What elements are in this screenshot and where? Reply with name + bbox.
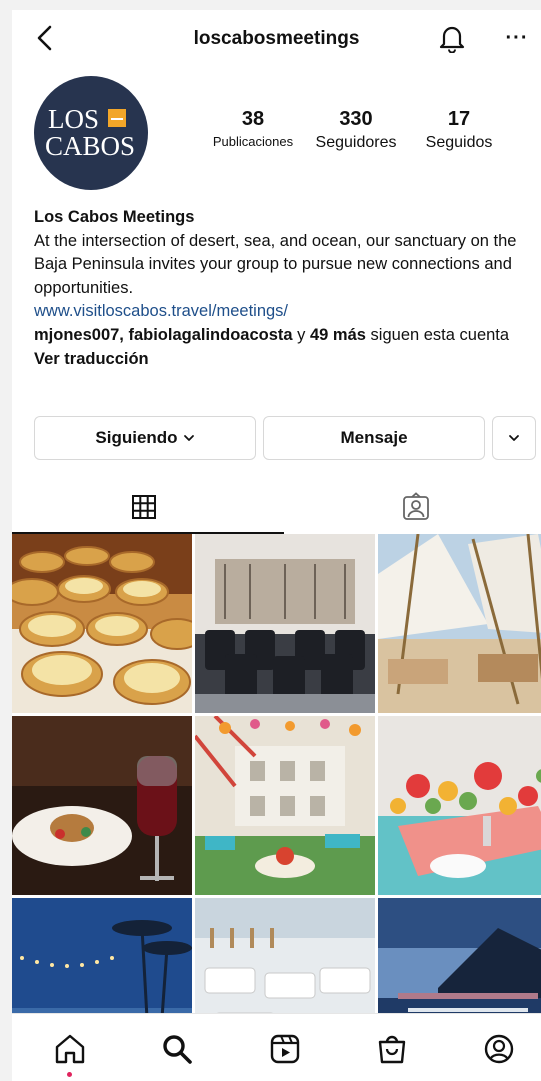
stat-posts-count: 38 [241, 108, 265, 130]
followed-by-names: mjones007, fabiolagalindoacosta [34, 325, 293, 344]
followed-by-tail: siguen esta cuenta [365, 325, 510, 344]
post-thumbnail-4[interactable] [12, 716, 192, 895]
followed-by-count: 49 más [310, 325, 366, 344]
post-thumbnail-5[interactable] [195, 716, 375, 895]
bio-text: At the intersection of desert, sea, and … [34, 231, 517, 297]
following-button-label: Siguiendo [95, 428, 178, 447]
top-bar: loscabosmeetings ··· [12, 10, 541, 68]
see-translation-link[interactable]: Ver traducción [34, 348, 524, 372]
shop-icon[interactable] [375, 1032, 409, 1066]
post-image-beach-tents [378, 534, 541, 713]
stat-following-count: 17 [447, 108, 471, 130]
post-image-colorful-terrace [195, 716, 375, 895]
profile-bio: Los Cabos Meetings At the intersection o… [34, 206, 524, 371]
app-frame: loscabosmeetings ··· LOS CABOS 38 Public… [12, 10, 541, 1081]
message-button[interactable]: Mensaje [263, 416, 485, 460]
avatar-logo-text-bottom: CABOS [45, 131, 136, 161]
post-image-conference-room [195, 534, 375, 713]
stat-following[interactable]: 17 Seguidos [416, 108, 502, 152]
bell-icon[interactable] [438, 23, 466, 53]
avatar-logo-text-top: LOS [48, 104, 100, 134]
post-thumbnail-6[interactable] [378, 716, 541, 895]
stat-following-label: Seguidos [425, 134, 493, 151]
message-button-label: Mensaje [340, 428, 408, 447]
suggested-accounts-button[interactable] [492, 416, 536, 460]
post-thumbnail-2[interactable] [195, 534, 375, 713]
notification-dot [67, 1072, 72, 1077]
reels-icon[interactable] [268, 1032, 302, 1066]
followed-by[interactable]: mjones007, fabiolagalindoacosta y 49 más… [34, 324, 524, 348]
stat-posts[interactable]: 38 Publicaciones [204, 108, 302, 149]
chevron-down-icon [509, 435, 519, 441]
grid-icon [132, 495, 156, 519]
bio-link[interactable]: www.visitloscabos.travel/meetings/ [34, 300, 524, 324]
stat-followers-count: 330 [339, 108, 373, 130]
bottom-navigation [12, 1013, 541, 1081]
stat-posts-label: Publicaciones [212, 134, 294, 149]
tab-tagged[interactable] [284, 480, 541, 534]
following-button[interactable]: Siguiendo [34, 416, 256, 460]
post-image-floral-table [378, 716, 541, 895]
tab-posts-grid[interactable] [12, 480, 276, 534]
followed-by-conjunction: y [292, 325, 310, 344]
post-image-dessert-wine [12, 716, 192, 895]
avatar-logo-mark [108, 109, 126, 127]
tagged-icon [403, 492, 429, 520]
more-options-icon[interactable]: ··· [502, 24, 532, 54]
stat-followers[interactable]: 330 Seguidores [304, 108, 408, 152]
stat-followers-label: Seguidores [315, 134, 397, 151]
search-icon[interactable] [160, 1032, 194, 1066]
post-thumbnail-1[interactable] [12, 534, 192, 713]
avatar[interactable]: LOS CABOS [34, 76, 148, 190]
post-thumbnail-3[interactable] [378, 534, 541, 713]
post-image-tarts [12, 534, 192, 713]
home-icon[interactable] [53, 1032, 87, 1066]
chevron-down-icon [183, 435, 194, 441]
profile-display-name: Los Cabos Meetings [34, 208, 195, 226]
profile-icon[interactable] [482, 1032, 516, 1066]
